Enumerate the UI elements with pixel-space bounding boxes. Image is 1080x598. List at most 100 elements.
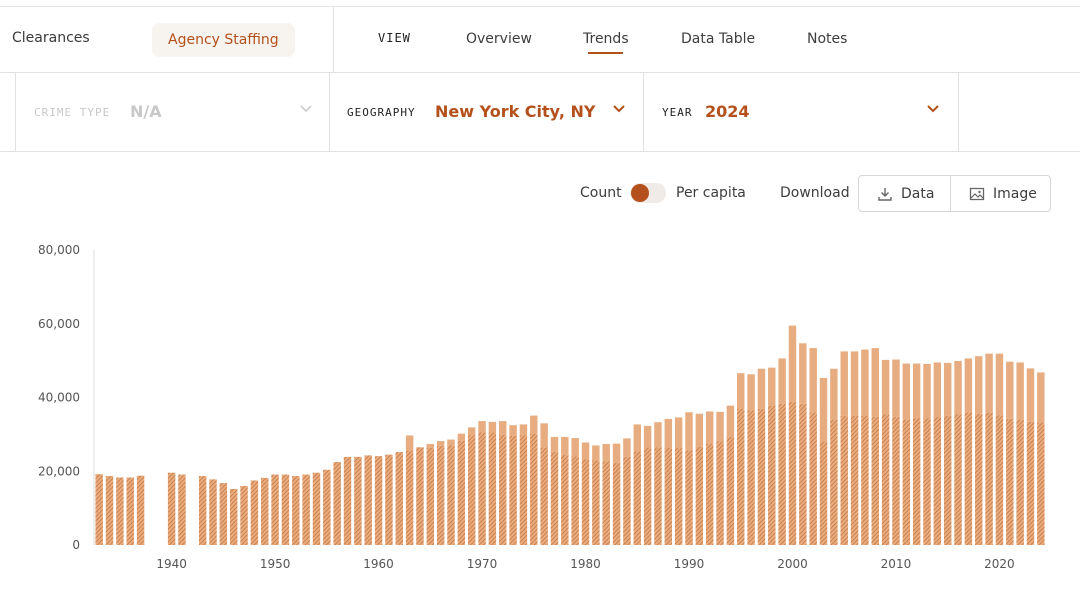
bar-upper-2023[interactable] [1026, 368, 1035, 422]
bar-lower-2004[interactable] [830, 419, 838, 546]
bar-lower-1959[interactable] [364, 455, 372, 545]
bar-upper-1974[interactable] [519, 424, 528, 436]
bar-upper-1973[interactable] [509, 425, 517, 436]
bar-upper-2008[interactable] [871, 348, 879, 417]
bar-upper-1984[interactable] [623, 438, 631, 457]
bar-upper-1998[interactable] [768, 367, 776, 406]
bar-lower-2019[interactable] [985, 412, 993, 545]
bar-upper-2011[interactable] [902, 363, 911, 420]
bar-lower-1971[interactable] [488, 432, 497, 545]
bar-lower-1992[interactable] [705, 443, 714, 545]
bar-lower-1983[interactable] [612, 462, 621, 545]
bar-upper-2007[interactable] [861, 349, 869, 416]
bar-lower-1974[interactable] [519, 435, 528, 545]
bar-upper-1988[interactable] [664, 418, 673, 449]
bar-upper-2018[interactable] [975, 356, 983, 414]
bar-upper-1966[interactable] [436, 441, 445, 446]
bar-upper-2015[interactable] [943, 362, 952, 416]
bar-lower-1999[interactable] [778, 403, 786, 545]
bar-upper-1971[interactable] [488, 421, 497, 433]
bar-lower-1958[interactable] [354, 456, 362, 545]
bar-lower-1984[interactable] [623, 456, 631, 545]
bar-upper-1976[interactable] [540, 423, 548, 448]
bar-lower-2023[interactable] [1026, 421, 1035, 545]
geography-select[interactable]: GEOGRAPHY New York City, NY [330, 73, 644, 151]
bar-lower-1975[interactable] [530, 433, 538, 545]
bar-lower-1947[interactable] [240, 486, 248, 545]
bar-lower-1936[interactable] [126, 477, 134, 545]
bar-lower-1941[interactable] [178, 474, 186, 545]
bar-upper-1968[interactable] [457, 433, 466, 441]
bar-lower-2015[interactable] [943, 415, 952, 545]
bar-lower-1934[interactable] [105, 476, 114, 545]
bar-lower-2021[interactable] [1006, 418, 1014, 545]
bar-lower-1963[interactable] [405, 450, 414, 545]
bar-lower-1985[interactable] [633, 451, 641, 545]
bar-lower-1972[interactable] [499, 434, 507, 545]
bar-upper-1990[interactable] [685, 412, 693, 451]
bar-lower-1977[interactable] [550, 451, 559, 545]
bar-lower-1946[interactable] [229, 488, 238, 545]
bar-lower-1961[interactable] [385, 454, 393, 545]
bar-upper-2003[interactable] [819, 377, 828, 442]
bar-upper-1993[interactable] [716, 411, 724, 442]
bar-upper-1985[interactable] [633, 424, 641, 452]
bar-upper-1991[interactable] [695, 413, 704, 447]
bar-upper-1980[interactable] [581, 442, 590, 460]
download-data-button[interactable]: Data [877, 176, 934, 211]
bar-lower-1954[interactable] [312, 472, 321, 545]
bar-upper-2017[interactable] [964, 358, 973, 413]
bar-upper-1978[interactable] [561, 436, 569, 455]
bar-upper-1996[interactable] [747, 374, 755, 411]
bar-upper-2014[interactable] [933, 362, 942, 418]
bar-upper-1967[interactable] [447, 439, 455, 446]
crime-type-select[interactable]: CRIME TYPE N/A [15, 73, 330, 151]
bar-lower-1990[interactable] [685, 450, 693, 545]
bar-lower-1945[interactable] [219, 483, 228, 545]
bar-lower-2013[interactable] [923, 418, 931, 545]
bar-upper-1972[interactable] [499, 421, 507, 435]
bar-lower-1998[interactable] [768, 405, 776, 545]
bar-lower-1952[interactable] [292, 476, 300, 545]
bar-lower-2017[interactable] [964, 412, 973, 545]
bar-upper-2024[interactable] [1037, 372, 1045, 423]
bar-upper-1995[interactable] [737, 373, 745, 409]
bar-upper-1977[interactable] [550, 436, 559, 452]
bar-lower-1967[interactable] [447, 445, 455, 545]
bar-lower-2002[interactable] [809, 412, 817, 545]
bar-upper-1963[interactable] [405, 435, 414, 451]
bar-upper-1997[interactable] [757, 368, 766, 409]
bar-lower-1951[interactable] [281, 474, 290, 545]
bar-lower-2008[interactable] [871, 416, 879, 545]
bar-lower-1960[interactable] [374, 456, 383, 545]
bar-upper-1999[interactable] [778, 358, 786, 404]
bar-upper-2016[interactable] [954, 360, 962, 415]
bar-lower-2012[interactable] [912, 418, 921, 545]
bar-lower-2014[interactable] [933, 417, 942, 545]
bar-upper-2009[interactable] [881, 359, 890, 415]
bar-lower-1964[interactable] [416, 447, 424, 545]
bar-lower-2000[interactable] [788, 401, 797, 545]
bar-lower-1966[interactable] [436, 445, 445, 545]
bar-upper-1981[interactable] [592, 445, 600, 461]
bar-lower-1978[interactable] [561, 454, 569, 545]
bar-lower-1935[interactable] [116, 477, 124, 545]
bar-lower-1973[interactable] [509, 435, 517, 545]
bar-upper-1982[interactable] [602, 443, 610, 462]
bar-lower-1991[interactable] [695, 446, 704, 545]
bar-lower-1982[interactable] [602, 461, 610, 545]
tab-trends[interactable]: Trends [583, 31, 629, 47]
bar-upper-1989[interactable] [674, 417, 683, 449]
bar-upper-2005[interactable] [840, 351, 848, 416]
tab-agency-staffing[interactable]: Agency Staffing [152, 23, 295, 57]
bar-upper-2000[interactable] [788, 325, 797, 402]
bar-upper-2006[interactable] [850, 351, 859, 416]
bar-lower-1957[interactable] [343, 456, 352, 545]
bar-upper-2020[interactable] [995, 353, 1004, 416]
bar-lower-1949[interactable] [261, 477, 269, 545]
bar-lower-1940[interactable] [167, 472, 176, 545]
bar-upper-1994[interactable] [726, 405, 735, 437]
bar-lower-1943[interactable] [198, 476, 207, 545]
bar-lower-2018[interactable] [975, 413, 983, 545]
bar-upper-1969[interactable] [467, 427, 476, 436]
